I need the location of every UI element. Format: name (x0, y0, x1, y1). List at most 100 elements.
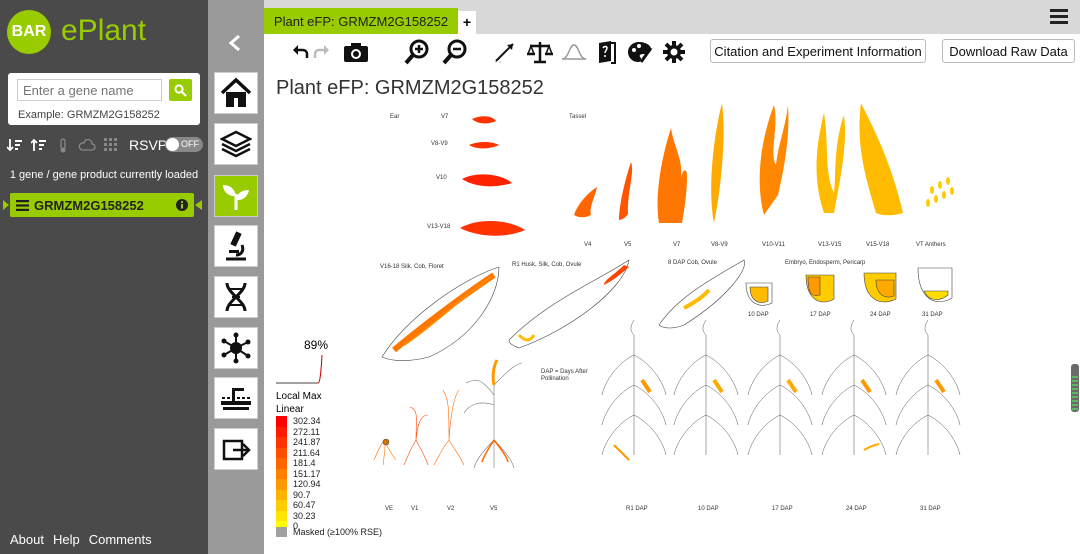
label-ve: VE (385, 506, 394, 512)
label-r31-dap: 31 DAP (920, 506, 941, 512)
dna-view-button[interactable] (214, 276, 258, 318)
legend-swatch (276, 437, 287, 448)
comments-link[interactable]: Comments (89, 532, 152, 547)
plant-view-button[interactable] (214, 175, 258, 217)
scale-button[interactable] (526, 40, 554, 64)
collapse-chevron-icon[interactable] (228, 34, 242, 52)
legend-value: 241.87 (293, 437, 321, 448)
gene-item-pointer (195, 200, 202, 210)
legend-swatch (276, 468, 287, 479)
view-toolbar: Citation and Experiment Information Down… (264, 34, 1080, 70)
home-icon (220, 77, 252, 107)
export-view-button[interactable] (214, 428, 258, 470)
label-tassel: Tassel (569, 114, 587, 120)
add-tab-button[interactable]: + (458, 11, 476, 34)
search-button[interactable] (169, 79, 192, 101)
legend-masked: Masked (≥100% RSE) (276, 527, 382, 537)
label-ear: Ear (390, 114, 400, 120)
hamburger-menu-icon[interactable] (1050, 9, 1068, 25)
legend-row: 30.23 (276, 510, 321, 521)
efp-plant-diagram[interactable] (264, 95, 1080, 545)
microscope-icon (226, 231, 246, 261)
microscope-view-button[interactable] (214, 225, 258, 267)
rsvp-toggle[interactable]: OFF (165, 137, 203, 152)
legend-swatch (276, 458, 287, 469)
camera-icon (344, 43, 368, 62)
label-v2: V2 (447, 506, 455, 512)
legend-mode: Local Max (276, 391, 322, 402)
zoom-out-button[interactable] (442, 39, 468, 65)
legend-row: 60.47 (276, 500, 321, 511)
book-icon (599, 41, 616, 64)
export-icon (222, 439, 251, 461)
zoom-in-button[interactable] (404, 39, 430, 65)
help-link[interactable]: Help (53, 532, 80, 547)
scroll-grip[interactable] (1072, 376, 1078, 410)
layers-icon (220, 130, 252, 158)
search-icon (174, 83, 187, 97)
color-palette-button[interactable] (626, 40, 654, 64)
ear-tissues (460, 116, 525, 236)
thermometer-icon[interactable] (54, 137, 72, 153)
bar-logo[interactable]: BAR (7, 10, 51, 54)
snapshot-button[interactable] (342, 40, 370, 64)
compare-button[interactable] (492, 40, 518, 64)
citation-button[interactable]: Citation and Experiment Information (710, 39, 926, 63)
network-view-button[interactable] (214, 327, 258, 369)
label-tassel-v5: V5 (624, 242, 632, 248)
legend-value: 302.34 (293, 416, 321, 427)
balance-scale-icon (527, 42, 553, 64)
label-v10: V10 (436, 175, 447, 181)
legend-title: Local Max Linear (276, 390, 322, 416)
label-v13v18: V13-V18 (427, 224, 451, 230)
label-v7: V7 (441, 114, 449, 120)
label-dap-note-2: Pollination (541, 376, 569, 382)
undo-button[interactable] (292, 40, 310, 64)
publication-button[interactable] (596, 40, 618, 64)
info-icon[interactable] (176, 199, 188, 211)
label-r17-dap: 17 DAP (772, 506, 793, 512)
label-silk: V16-18 Silk, Cob, Floret (380, 264, 444, 270)
seedling-tissues (373, 359, 523, 469)
about-link[interactable]: About (10, 532, 44, 547)
label-kernel-24dap: 24 DAP (870, 312, 891, 318)
bell-curve-icon (561, 44, 587, 60)
label-r1-dap: R1 DAP (626, 506, 648, 512)
rsvp-state: OFF (181, 139, 199, 149)
home-view-button[interactable] (214, 72, 258, 114)
sequencer-icon (221, 388, 251, 410)
tassel-tissues (574, 103, 954, 223)
legend-row: 181.4 (276, 458, 321, 469)
gene-search-input[interactable] (17, 79, 162, 101)
legend-value: 211.64 (293, 447, 320, 458)
legend-swatch (276, 500, 287, 511)
label-husk: R1 Husk, Silk, Cob, Ovule (512, 262, 582, 268)
sequencer-view-button[interactable] (214, 377, 258, 419)
cloud-icon[interactable] (78, 137, 96, 153)
legend-row: 90.7 (276, 489, 321, 500)
redo-button[interactable] (312, 40, 330, 64)
sidebar: BAR ePlant Example: GRMZM2G158252 RSVP O… (0, 0, 208, 554)
legend-curve (276, 354, 323, 384)
plant-icon (223, 185, 249, 210)
gene-search-panel: Example: GRMZM2G158252 (8, 73, 200, 125)
legend-value: 151.17 (293, 468, 321, 479)
label-v1: V1 (411, 506, 419, 512)
legend-row: 241.87 (276, 437, 321, 448)
legend-swatch (276, 416, 287, 427)
compare-line-icon (495, 43, 514, 63)
masked-label: Masked (≥100% RSE) (293, 527, 382, 537)
sort-descending-icon[interactable] (6, 137, 24, 153)
settings-button[interactable] (662, 40, 686, 64)
legend-value: 120.94 (293, 479, 321, 490)
cob-tissues (381, 259, 745, 362)
tab-plant-efp[interactable]: Plant eFP: GRMZM2G158252 (264, 8, 458, 34)
distribution-button[interactable] (560, 40, 588, 64)
sort-ascending-icon[interactable] (30, 137, 48, 153)
gene-list-item[interactable]: GRMZM2G158252 (10, 193, 194, 217)
grid-icon[interactable] (102, 137, 120, 153)
menu-icon[interactable] (16, 199, 29, 211)
download-raw-data-button[interactable]: Download Raw Data (942, 39, 1075, 63)
layers-view-button[interactable] (214, 123, 258, 165)
label-dap-note-1: DAP = Days After (541, 369, 588, 375)
